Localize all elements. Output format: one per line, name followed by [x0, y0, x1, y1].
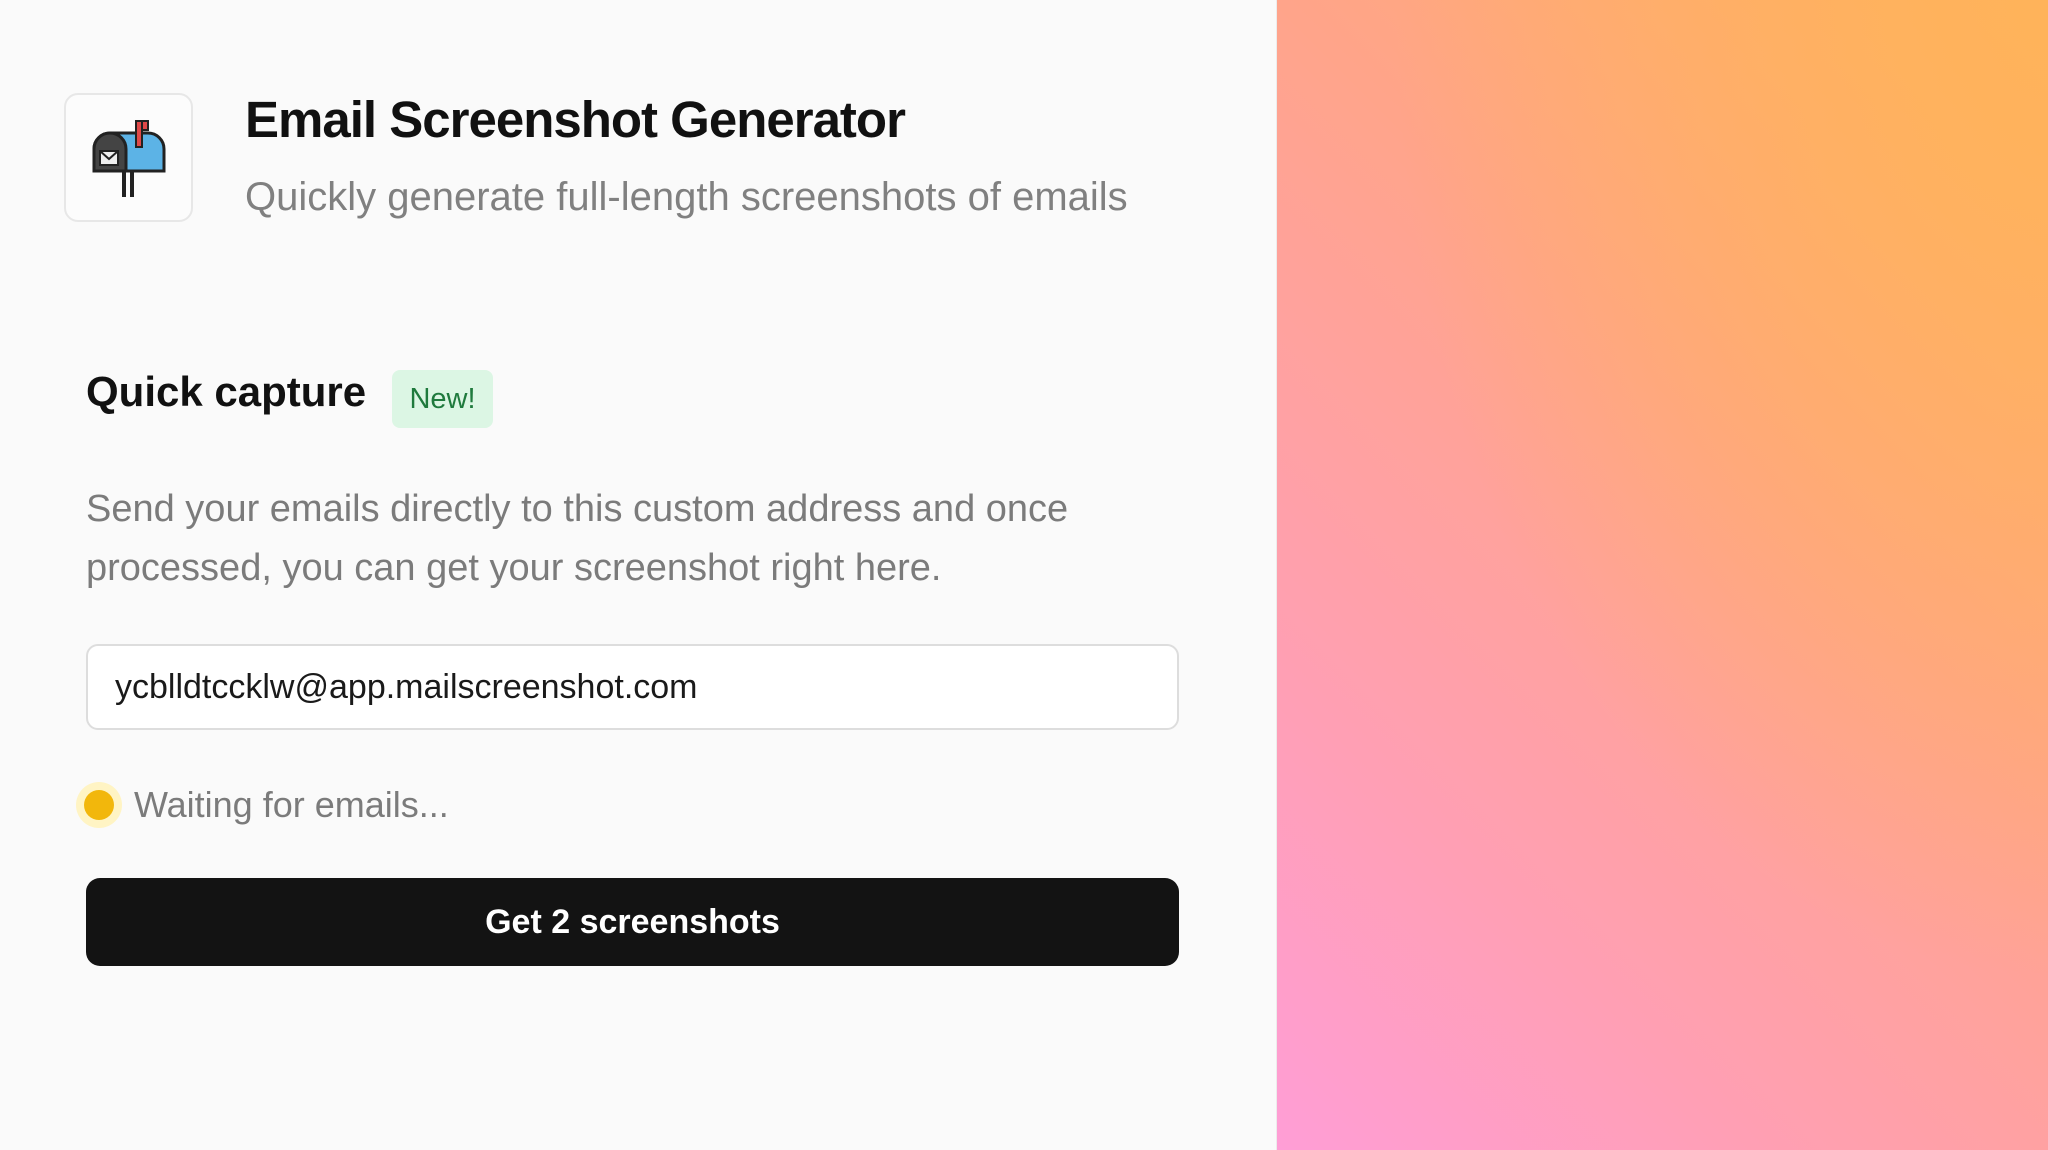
section-description: Send your emails directly to this custom… [86, 488, 1069, 589]
new-badge: New! [392, 370, 493, 428]
app-subtitle: Quickly generate full-length screenshots… [245, 175, 1128, 219]
gradient-panel [1277, 0, 2048, 1150]
app-title: Email Screenshot Generator [245, 91, 906, 148]
status-indicator: Waiting for emails... [76, 782, 449, 828]
main-panel: Email Screenshot Generator Quickly gener… [0, 0, 1277, 1150]
status-text: Waiting for emails... [134, 784, 449, 825]
app-logo [64, 93, 193, 222]
status-dot-icon [84, 790, 114, 820]
section-title: Quick capture [86, 368, 367, 415]
mailbox-icon [92, 119, 165, 197]
get-screenshots-button[interactable]: Get 2 screenshots [86, 878, 1179, 966]
status-dot-ring [76, 782, 122, 828]
email-address-field[interactable]: ycblldtccklw@app.mailscreenshot.com [86, 644, 1179, 730]
